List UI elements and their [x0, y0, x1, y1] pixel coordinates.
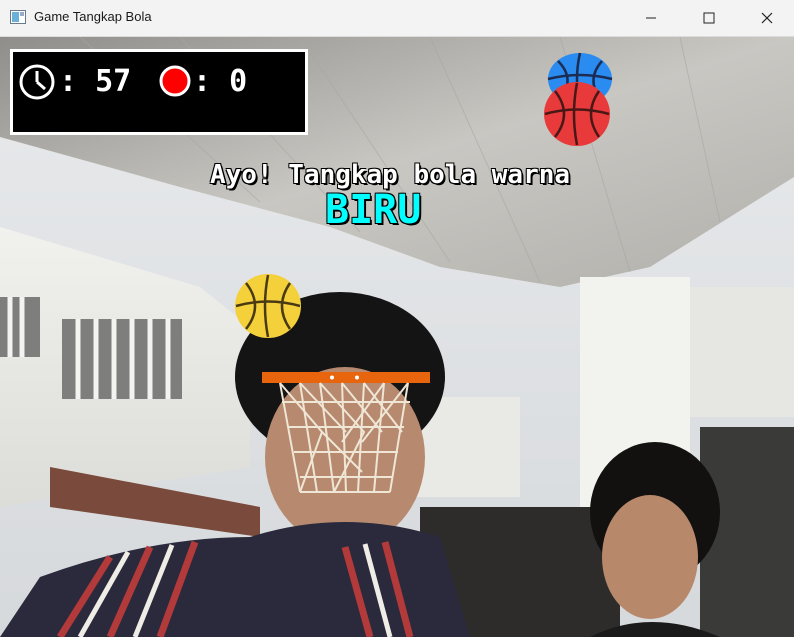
clock-icon [19, 64, 55, 100]
score-separator: : [193, 64, 212, 99]
title-bar[interactable]: Game Tangkap Bola [0, 0, 794, 37]
maximize-icon [703, 12, 715, 24]
score-value: 0 [229, 64, 248, 99]
minimize-button[interactable] [628, 0, 674, 36]
target-color-label: BIRU [325, 187, 422, 233]
basketball-hoop [262, 372, 430, 493]
yellow-ball[interactable] [234, 273, 302, 339]
game-canvas[interactable]: : 57 : 0 Ayo! Tangkap bola warna BIRU [0, 37, 794, 637]
red-ball[interactable] [543, 81, 611, 147]
minimize-icon [646, 17, 656, 19]
app-icon [10, 10, 26, 24]
timer-separator: : [59, 64, 78, 99]
close-button[interactable] [744, 0, 790, 36]
hoop-rim [262, 372, 430, 383]
hud-panel: : 57 : 0 [10, 49, 308, 135]
close-icon [761, 12, 773, 24]
red-ball-dot-icon [159, 65, 191, 97]
window-title: Game Tangkap Bola [34, 9, 152, 24]
hoop-net [279, 382, 410, 493]
instruction-text: Ayo! Tangkap bola warna [210, 160, 571, 190]
maximize-button[interactable] [686, 0, 732, 36]
timer-value: 57 [95, 64, 132, 99]
game-window: Game Tangkap Bola: 57: 0 Ayo! Tangkap … [0, 0, 794, 637]
